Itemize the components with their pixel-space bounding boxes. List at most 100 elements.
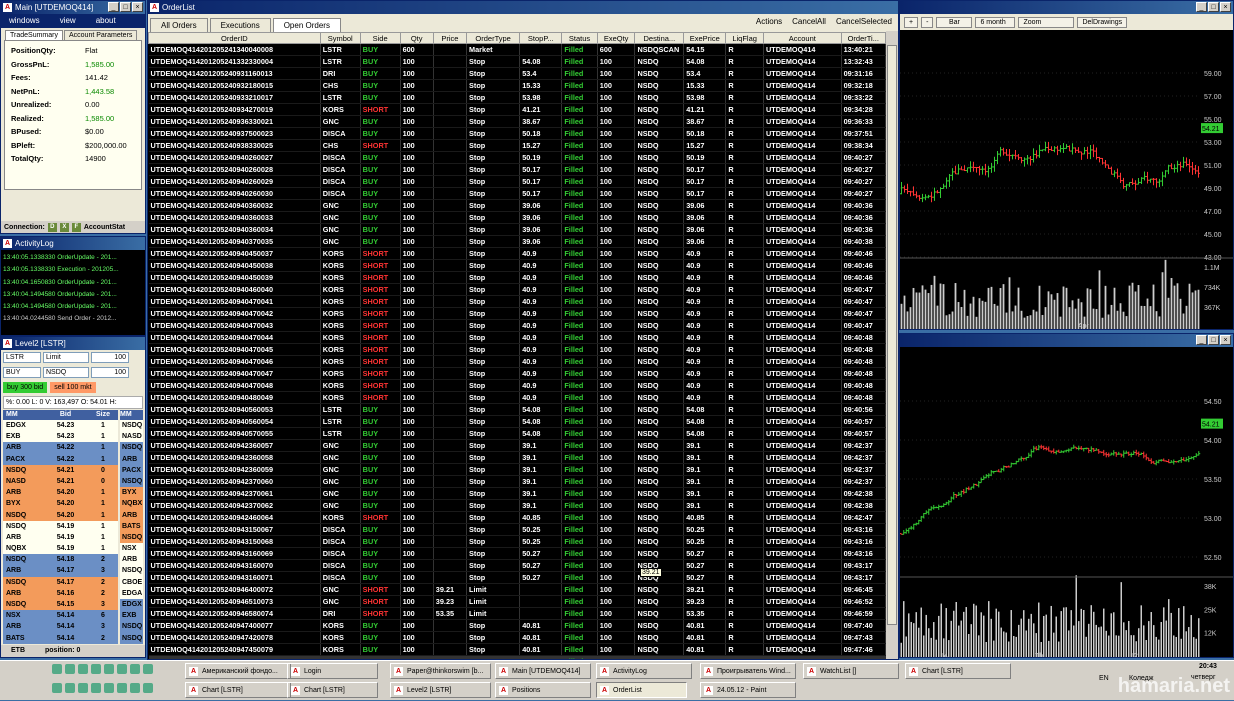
period-select[interactable]: 6 month [975,16,1016,28]
quicklaunch-icon[interactable] [117,683,127,693]
ask-row[interactable]: NSDQ [120,420,143,432]
ask-row[interactable]: NSDQ [120,632,143,644]
order-row[interactable]: UTDEMOQ414201205241340040008 LSTR BUY 600 Ma… [148,43,887,56]
quicklaunch-icon[interactable] [104,683,114,693]
order-row[interactable]: UTDEMOQ414201205240942360058 GNC BUY 100 Sto… [148,451,887,464]
column-header[interactable]: OrderType [466,32,521,44]
order-row[interactable]: UTDEMOQ414201205240940460040 KORS SHORT 100… [148,283,887,296]
order-row[interactable]: UTDEMOQ414201205240940480049 KORS SHORT 100… [148,391,887,404]
sell-button[interactable]: sell 100 mkt [50,382,96,393]
column-header[interactable]: Status [561,32,598,44]
order-row[interactable]: UTDEMOQ414201205240937500023 DISCA BUY 100 S… [148,127,887,140]
order-row[interactable]: UTDEMOQ414201205240940570055 LSTR BUY 100 St… [148,427,887,440]
ask-row[interactable]: ARB [120,509,143,521]
column-header[interactable]: Symbol [319,32,361,44]
order-row[interactable]: UTDEMOQ414201205240940360032 GNC BUY 100 Sto… [148,199,887,212]
chart1-titlebar[interactable]: _ □ × [900,1,1233,14]
menu-about[interactable]: about [96,14,116,28]
order-row[interactable]: UTDEMOQ414201205240943150067 DISCA BUY 100 S… [148,523,887,536]
quicklaunch-icon[interactable] [143,664,153,674]
bid-row[interactable]: NSDQ 54.17 2 [3,576,118,588]
order-row[interactable]: UTDEMOQ414201205240946400072 GNC SHORT 100 3… [148,583,887,596]
ask-row[interactable]: NSDQ [120,475,143,488]
order-row[interactable]: UTDEMOQ414201205240940260029 DISCA BUY 100 S… [148,175,887,188]
order-row[interactable]: UTDEMOQ414201205240940560053 LSTR BUY 100 St… [148,403,887,416]
order-row[interactable]: UTDEMOQ414201205240946510073 GNC SHORT 100 3… [148,595,887,608]
bid-row[interactable]: NSDQ 54.19 1 [3,520,118,532]
bid-row[interactable]: NSDQ 54.15 3 [3,599,118,611]
taskbar-button[interactable]: WatchList [] [803,663,899,679]
taskbar-button[interactable]: Американский фондо... [185,663,291,679]
tab-all-orders[interactable]: All Orders [150,18,208,32]
ask-row[interactable]: NSDQ [120,621,143,633]
taskbar-button[interactable]: Chart [LSTR] [287,682,378,698]
minimize-button[interactable]: _ [1196,2,1207,12]
bid-row[interactable]: ARB 54.20 1 [3,487,118,499]
quantity-stepper-2[interactable]: 100 [91,367,129,378]
cancel-all-button[interactable]: CancelAll [792,17,826,26]
order-row[interactable]: UTDEMOQ414201205240931160013 DRI BUY 100 Sto… [148,67,887,80]
bid-row[interactable]: EDGX 54.23 1 [3,420,118,432]
bid-row[interactable]: BYX 54.20 1 [3,498,118,510]
column-header[interactable]: Side [359,32,401,44]
column-header[interactable]: ExePrice [683,32,727,44]
taskbar-button[interactable]: Positions [495,682,591,698]
quicklaunch-icon[interactable] [104,664,114,674]
daily-price-chart[interactable]: 59.00 57.00 55.00 53.00 51.00 49.00 47.00 45.00… [900,30,1234,330]
ask-row[interactable]: BATS [120,520,143,532]
log-entry[interactable]: 13:40:04.1650830 OrderUpdate - 201... [3,277,143,289]
order-row[interactable]: UTDEMOQ414201205240947450079 KORS BUY 100 St… [148,643,887,656]
taskbar-button[interactable]: Paper@thinkorswim [b... [390,663,491,679]
quicklaunch-icon[interactable] [143,683,153,693]
buy-button[interactable]: buy 300 bid [3,382,48,393]
ask-row[interactable]: NSDQ [120,442,143,454]
column-header[interactable]: ExeQty [596,32,636,44]
taskbar-button[interactable]: Chart [LSTR] [905,663,1011,679]
quicklaunch-icon[interactable] [117,664,127,674]
column-header[interactable]: Price [432,32,468,44]
quantity-stepper[interactable]: 100 [91,352,129,363]
side-select[interactable]: BUY [3,367,41,378]
chart-type-select[interactable]: Bar [936,16,973,28]
activity-titlebar[interactable]: A ActivityLog [1,237,145,250]
bid-row[interactable]: ARB 54.14 3 [3,621,118,633]
bid-row[interactable]: NSX 54.14 6 [3,610,118,622]
taskbar-button[interactable]: Проигрыватель Wind... [700,663,796,679]
order-row[interactable]: UTDEMOQ414201205240940260028 DISCA BUY 100 S… [148,163,887,176]
bid-row[interactable]: ARB 54.16 2 [3,587,118,599]
minimize-button[interactable]: _ [1196,335,1207,345]
taskbar-button[interactable]: 24.05.12 - Paint [700,682,796,698]
order-row[interactable]: UTDEMOQ414201205240947420078 KORS BUY 100 St… [148,631,887,644]
log-entry[interactable]: 13:40:04.1494580 OrderUpdate - 201... [3,301,143,313]
column-header[interactable]: Qty [399,32,434,44]
order-row[interactable]: UTDEMOQ414201205240940470044 KORS SHORT 100… [148,331,887,344]
main-titlebar[interactable]: A Main [UTDEMOQ414] _ □ × [1,1,145,14]
bid-row[interactable]: NQBX 54.19 1 [3,543,118,555]
order-row[interactable]: UTDEMOQ414201205240936330021 GNC BUY 100 Sto… [148,115,887,128]
order-row[interactable]: UTDEMOQ414201205240940260030 DISCA BUY 100 S… [148,187,887,200]
maximize-button[interactable]: □ [120,2,131,12]
order-row[interactable]: UTDEMOQ414201205240940470041 KORS SHORT 100… [148,295,887,308]
bid-row[interactable]: ARB 54.17 3 [3,565,118,577]
order-row[interactable]: UTDEMOQ414201205240943160070 DISCA BUY 100 S… [148,559,887,572]
quicklaunch-icon[interactable] [130,664,140,674]
log-entry[interactable]: 13:40:04.0244580 Send Order - 2012... [3,313,143,325]
route-select[interactable]: NSDQ [43,367,89,378]
close-button[interactable]: × [1220,2,1231,12]
ask-row[interactable]: NSX [120,543,143,555]
quicklaunch-icon[interactable] [65,683,75,693]
bid-row[interactable]: NSDQ 54.18 2 [3,554,118,566]
tab-trade-summary[interactable]: TradeSummary [5,30,63,40]
quicklaunch-icon[interactable] [52,664,62,674]
bid-row[interactable]: ARB 54.19 1 [3,531,118,544]
order-row[interactable]: UTDEMOQ414201205240942370061 GNC BUY 100 Sto… [148,487,887,500]
order-row[interactable]: UTDEMOQ414201205240940260027 DISCA BUY 100 S… [148,151,887,164]
orderlist-titlebar[interactable]: A OrderList [148,1,898,14]
ask-row[interactable]: ARB [120,453,143,465]
order-row[interactable]: UTDEMOQ414201205240934270019 KORS SHORT 100… [148,103,887,116]
order-row[interactable]: UTDEMOQ414201205240943150068 DISCA BUY 100 S… [148,535,887,548]
menu-windows[interactable]: windows [9,14,40,28]
order-row[interactable]: UTDEMOQ414201205240932180015 CHS BUY 100 Sto… [148,79,887,92]
order-row[interactable]: UTDEMOQ414201205240940360033 GNC BUY 100 Sto… [148,211,887,224]
taskbar-button[interactable]: Main [UTDEMOQ414] [495,663,591,679]
